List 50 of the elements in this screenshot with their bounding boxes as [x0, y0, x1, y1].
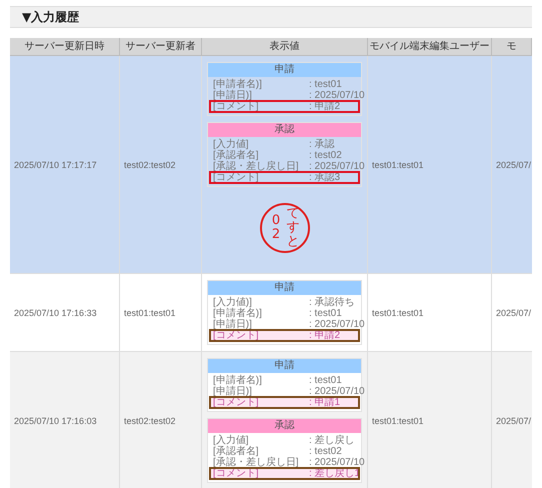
field-label: [承認・差し戻し日]	[213, 457, 300, 468]
field-value: : test01	[309, 79, 343, 90]
field-label: [入力値]	[213, 139, 250, 150]
field-label: [入力値]	[213, 435, 250, 446]
field-label: [コメント]	[213, 330, 260, 341]
field-label: [承認者名]	[213, 446, 260, 457]
section-title[interactable]: ▼入力履歴	[10, 6, 532, 28]
field-label: [申請日)]	[213, 386, 253, 397]
table-cell: test01:test01	[368, 274, 492, 352]
field-value: : 2025/07/10	[309, 90, 365, 101]
field-value: : 承認待ち	[309, 297, 356, 308]
field-label: [コメント]	[213, 397, 260, 408]
field-value: : 承認	[309, 139, 336, 150]
field-label: [入力値)]	[213, 297, 253, 308]
field-label: [承認・差し戻し日]	[213, 161, 300, 172]
field-value: : 2025/07/10	[309, 386, 365, 397]
field-value: : 2025/07/10	[309, 161, 365, 172]
field-label: [コメント]	[213, 101, 260, 112]
field-label: [コメント]	[213, 468, 260, 479]
field-value: : test02	[309, 446, 343, 457]
table-cell: test01:test01	[120, 274, 202, 352]
field-value: : 2025/07/10	[309, 319, 365, 330]
field-value: : 2025/07/10	[309, 457, 365, 468]
field-label: [申請者名)]	[213, 79, 263, 90]
card-header: 承認	[208, 419, 361, 433]
column-header: モ	[492, 38, 532, 56]
field-label: [コメント]	[213, 172, 260, 183]
card-header: 承認	[208, 123, 361, 137]
field-value: : test01	[309, 375, 343, 386]
field-label: [申請日)]	[213, 319, 253, 330]
stamp-number: 02	[270, 214, 282, 242]
field-label: [申請者名)]	[213, 308, 263, 319]
field-label: [申請者名)]	[213, 375, 263, 386]
table-cell: test02:test02	[120, 56, 202, 274]
field-label: [申請日)]	[213, 90, 253, 101]
table-cell: 2025/07/10 17:17:17	[10, 56, 120, 274]
column-header: サーバー更新者	[120, 38, 202, 56]
column-header: 表示値	[202, 38, 368, 56]
card-header: 申請	[208, 63, 361, 77]
stamp-name: てすと	[286, 206, 300, 250]
table-cell: test01:test01	[368, 56, 492, 274]
table-cell: 2025/07/10 17:16:33	[10, 274, 120, 352]
field-value: : 差し戻し	[309, 435, 356, 446]
card-header: 申請	[208, 281, 361, 295]
card-header: 申請	[208, 359, 361, 373]
column-header: モバイル端末編集ユーザー	[368, 38, 492, 56]
column-header: サーバー更新日時	[10, 38, 120, 56]
field-value: : test02	[309, 150, 343, 161]
field-value: : test01	[309, 308, 343, 319]
field-label: [承認者名]	[213, 150, 260, 161]
